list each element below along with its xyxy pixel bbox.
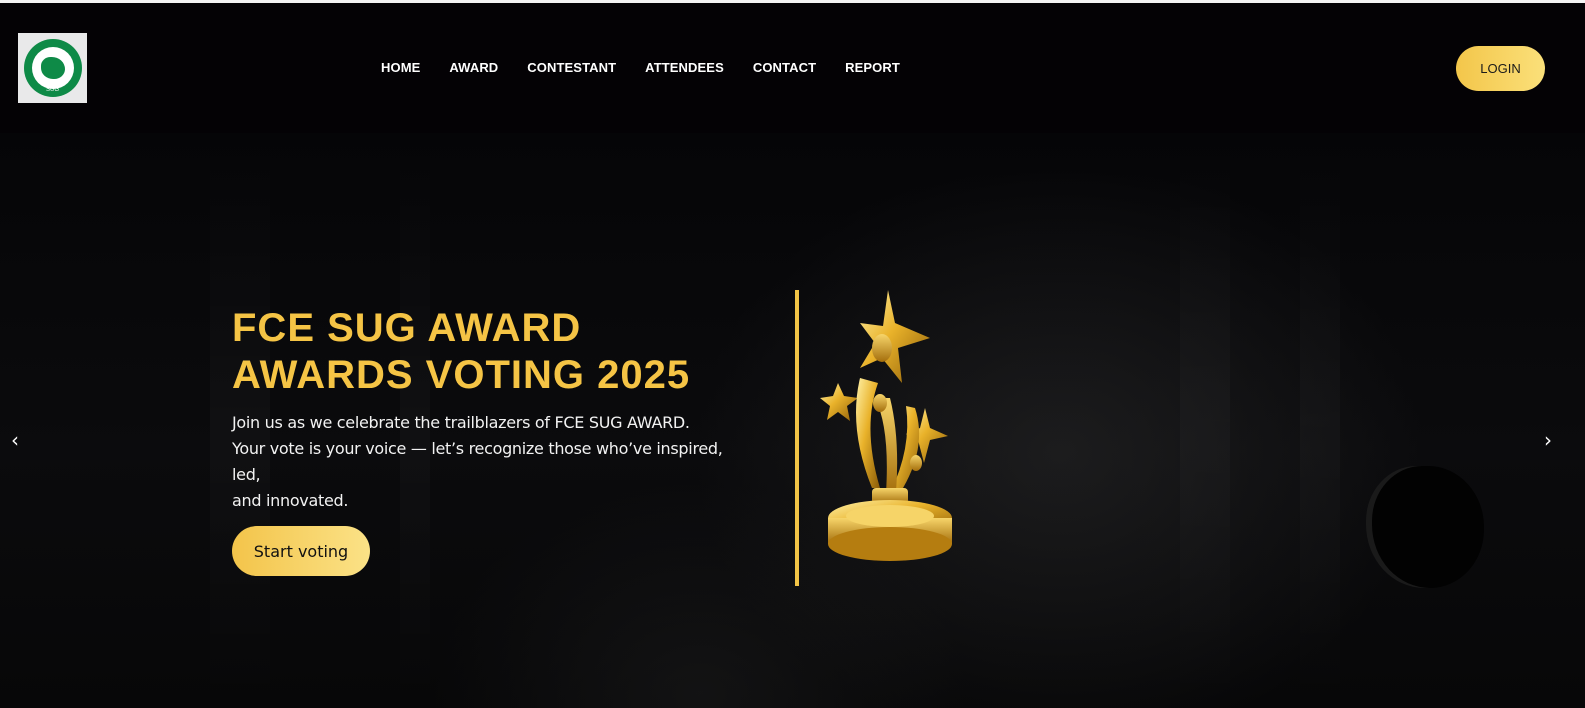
site-header: SUG HOME AWARD CONTESTANT ATTENDEES CONT…: [0, 3, 1585, 133]
light-ray: [1300, 133, 1340, 708]
hero-title: FCE SUG AWARD AWARDS VOTING 2025: [232, 305, 772, 399]
nav-award[interactable]: AWARD: [449, 60, 498, 75]
hero-slider: FCE SUG AWARD AWARDS VOTING 2025 Join us…: [0, 133, 1585, 708]
nav-report[interactable]: REPORT: [845, 60, 900, 75]
hero-description-line-2: Your vote is your voice — let’s recogniz…: [232, 439, 723, 484]
decorative-shape: [1372, 466, 1484, 588]
hero-title-line-2: AWARDS VOTING 2025: [232, 353, 691, 397]
start-voting-button[interactable]: Start voting: [232, 526, 370, 576]
light-ray: [1180, 133, 1230, 708]
map-icon: [40, 57, 65, 79]
main-nav: HOME AWARD CONTESTANT ATTENDEES CONTACT …: [381, 60, 929, 75]
nav-contact[interactable]: CONTACT: [753, 60, 816, 75]
hero-description-line-3: and innovated.: [232, 491, 349, 510]
hero-description: Join us as we celebrate the trailblazers…: [232, 410, 732, 514]
logo-text: SUG: [45, 87, 59, 93]
hero-divider: [795, 290, 799, 586]
logo-emblem-icon: SUG: [23, 39, 82, 97]
chevron-left-icon[interactable]: ‹: [0, 425, 30, 455]
sug-logo[interactable]: SUG: [18, 33, 87, 103]
nav-contestant[interactable]: CONTESTANT: [527, 60, 616, 75]
chevron-right-icon[interactable]: ›: [1533, 425, 1563, 455]
trophy-icon: [820, 290, 952, 561]
login-button[interactable]: LOGIN: [1456, 46, 1545, 91]
hero-description-line-1: Join us as we celebrate the trailblazers…: [232, 413, 690, 432]
nav-home[interactable]: HOME: [381, 60, 420, 75]
hero-title-line-1: FCE SUG AWARD: [232, 306, 582, 350]
nav-attendees[interactable]: ATTENDEES: [645, 60, 724, 75]
